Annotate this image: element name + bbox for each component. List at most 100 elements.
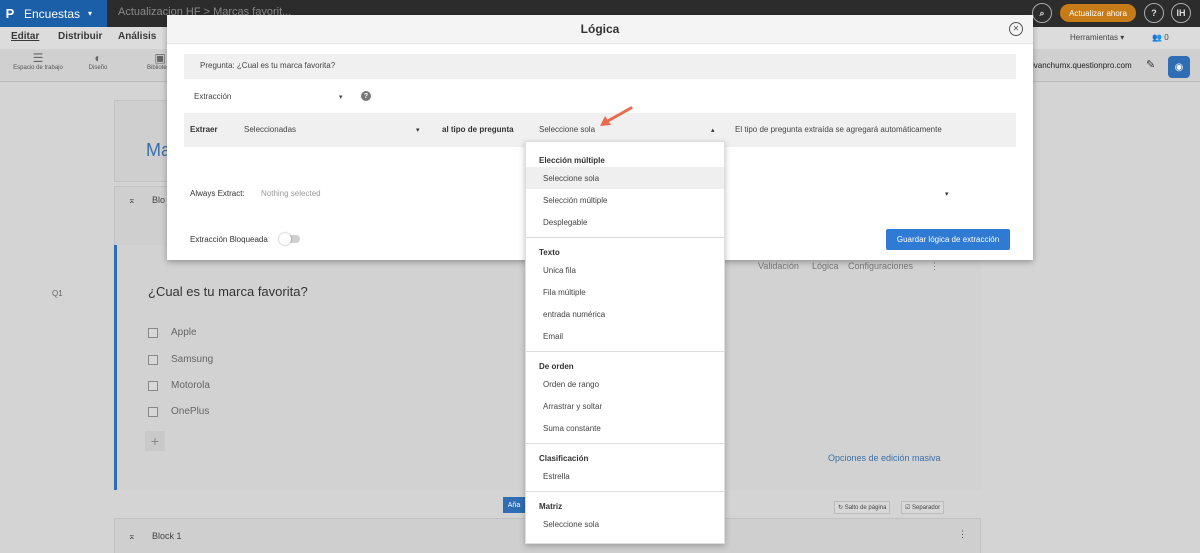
dropdown-option[interactable]: Suma constante bbox=[526, 417, 724, 439]
divider bbox=[526, 351, 724, 352]
question-number: Q1 bbox=[52, 289, 63, 298]
list-icon: ☰ bbox=[32, 51, 44, 65]
option-label: Samsung bbox=[171, 354, 214, 365]
checkbox[interactable] bbox=[148, 354, 158, 365]
checkbox[interactable] bbox=[148, 380, 158, 391]
workspace-tool[interactable]: ☰ Espacio de trabajo bbox=[8, 51, 68, 71]
question-reference: Pregunta: ¿Cual es tu marca favorita? bbox=[184, 54, 1016, 79]
extract-label: Extraer bbox=[190, 125, 218, 134]
dropdown-option[interactable]: Arrastrar y soltar bbox=[526, 395, 724, 417]
dropdown-option[interactable]: Fila múltiple bbox=[526, 281, 724, 303]
menu-distribuir[interactable]: Distribuir bbox=[58, 31, 102, 42]
tab-logica[interactable]: Lógica bbox=[812, 261, 839, 271]
pencil-icon[interactable]: ✎ bbox=[1146, 58, 1155, 71]
question-text[interactable]: ¿Cual es tu marca favorita? bbox=[148, 284, 308, 299]
dropdown-option[interactable]: Seleccione sola bbox=[526, 167, 724, 189]
collapse-icon[interactable]: ⌅ bbox=[128, 195, 136, 206]
search-icon[interactable]: ⌕ bbox=[1032, 3, 1052, 23]
dropdown-option[interactable]: Orden de rango bbox=[526, 373, 724, 395]
help-icon[interactable]: ? bbox=[1144, 3, 1164, 23]
dropdown-option[interactable]: Unica fila bbox=[526, 259, 724, 281]
questionpro-logo: P bbox=[5, 6, 15, 21]
menu-analisis[interactable]: Análisis bbox=[118, 31, 156, 42]
checkbox[interactable] bbox=[148, 406, 158, 417]
preview-button[interactable]: ◉ bbox=[1168, 56, 1190, 78]
question-type-label: al tipo de pregunta bbox=[442, 125, 514, 134]
avatar[interactable]: IH bbox=[1171, 3, 1191, 23]
dropdown-option[interactable]: Seleccione sola bbox=[526, 513, 724, 535]
group-heading: Texto bbox=[539, 248, 560, 257]
dropdown-option[interactable]: Email bbox=[526, 325, 724, 347]
chevron-down-icon: ▾ bbox=[1120, 33, 1125, 42]
page-break-label: Salto de página bbox=[844, 505, 887, 511]
toggle-knob bbox=[279, 233, 291, 245]
chevron-down-icon: ▾ bbox=[339, 94, 343, 101]
app-name: Encuestas bbox=[24, 6, 81, 21]
divider bbox=[526, 443, 724, 444]
dropdown-option[interactable]: entrada numérica bbox=[526, 303, 724, 325]
group-heading: Matriz bbox=[539, 502, 563, 511]
tab-validacion[interactable]: Validación bbox=[758, 261, 799, 271]
option-label: Apple bbox=[171, 327, 197, 338]
annotation-arrow-icon bbox=[600, 106, 633, 126]
extract-select[interactable]: Seleccionadas bbox=[244, 125, 296, 134]
survey-domain: ivanchumx.questionpro.com bbox=[1032, 61, 1132, 70]
bulk-edit-link[interactable]: Opciones de edición masiva bbox=[828, 453, 941, 463]
list-item[interactable]: Samsung bbox=[148, 354, 213, 365]
add-option-button[interactable]: + bbox=[145, 431, 165, 451]
collapse-icon[interactable]: ⌅ bbox=[128, 531, 136, 542]
more-icon[interactable]: ⋮ bbox=[958, 529, 967, 540]
group-heading: De orden bbox=[539, 362, 574, 371]
tab-configuraciones[interactable]: Configuraciones bbox=[848, 261, 913, 271]
dropdown-option[interactable]: Desplegable bbox=[526, 211, 724, 233]
page-break-button[interactable]: ↻ Salto de página bbox=[834, 501, 891, 514]
locked-extraction-label: Extracción Bloqueada bbox=[190, 235, 268, 244]
block-label: Blo bbox=[152, 195, 166, 205]
locked-extraction-toggle[interactable] bbox=[279, 233, 300, 245]
list-item[interactable]: OnePlus bbox=[148, 406, 209, 417]
help-icon[interactable]: ? bbox=[361, 91, 371, 101]
question-type-dropdown: Elección múltiple Seleccione sola Selecc… bbox=[525, 141, 725, 544]
chevron-up-icon[interactable]: ▴ bbox=[711, 126, 715, 134]
list-item[interactable]: Motorola bbox=[148, 380, 210, 391]
tools-label: Herramientas bbox=[1070, 33, 1119, 42]
divider bbox=[526, 237, 724, 238]
separator-button[interactable]: ☑ Separador bbox=[901, 501, 945, 514]
dropdown-option[interactable]: Estrella bbox=[526, 465, 724, 487]
app-switcher[interactable]: P Encuestas ▾ bbox=[0, 0, 107, 27]
tools-menu[interactable]: Herramientas ▾ bbox=[1070, 33, 1124, 42]
collaborators-count-value: 0 bbox=[1164, 33, 1169, 42]
checkbox[interactable] bbox=[148, 327, 158, 338]
separator-label: Separador bbox=[912, 505, 941, 511]
close-icon[interactable]: ✕ bbox=[1009, 22, 1023, 36]
block-name: Block 1 bbox=[152, 531, 182, 541]
always-extract-select[interactable]: Nothing selected bbox=[261, 189, 321, 198]
chevron-down-icon: ▾ bbox=[88, 9, 93, 18]
upgrade-button[interactable]: Actualizar ahora bbox=[1060, 4, 1136, 22]
design-label: Diseño bbox=[88, 65, 108, 71]
add-button[interactable]: Aña bbox=[503, 497, 525, 513]
option-label: OnePlus bbox=[171, 406, 210, 417]
list-item[interactable]: Apple bbox=[148, 327, 197, 338]
workspace-label: Espacio de trabajo bbox=[13, 65, 63, 71]
group-heading: Clasificación bbox=[539, 454, 589, 463]
logic-type-select[interactable]: Extracción ▾ bbox=[194, 92, 344, 101]
chevron-down-icon[interactable]: ▾ bbox=[416, 126, 420, 134]
dropdown-option[interactable]: Selección múltiple bbox=[526, 189, 724, 211]
modal-title: Lógica bbox=[580, 22, 620, 36]
always-extract-label: Always Extract: bbox=[190, 189, 245, 198]
palette-icon: ◐ bbox=[94, 51, 102, 65]
save-extraction-button[interactable]: Guardar lógica de extracción bbox=[886, 229, 1010, 250]
modal-header: Lógica ✕ bbox=[167, 15, 1033, 44]
auto-add-note: El tipo de pregunta extraída se agregará… bbox=[735, 125, 942, 134]
question-type-select[interactable]: Seleccione sola bbox=[539, 125, 595, 134]
menu-editar[interactable]: Editar bbox=[11, 31, 39, 42]
group-heading: Elección múltiple bbox=[539, 156, 605, 165]
divider bbox=[526, 491, 724, 492]
collaborators-count[interactable]: 👥 0 bbox=[1152, 33, 1169, 42]
more-icon[interactable]: ⋮ bbox=[930, 261, 939, 272]
design-tool[interactable]: ◐ Diseño bbox=[68, 51, 128, 71]
option-label: Motorola bbox=[171, 380, 210, 391]
chevron-down-icon[interactable]: ▾ bbox=[945, 190, 949, 198]
logic-type-value: Extracción bbox=[194, 92, 232, 101]
